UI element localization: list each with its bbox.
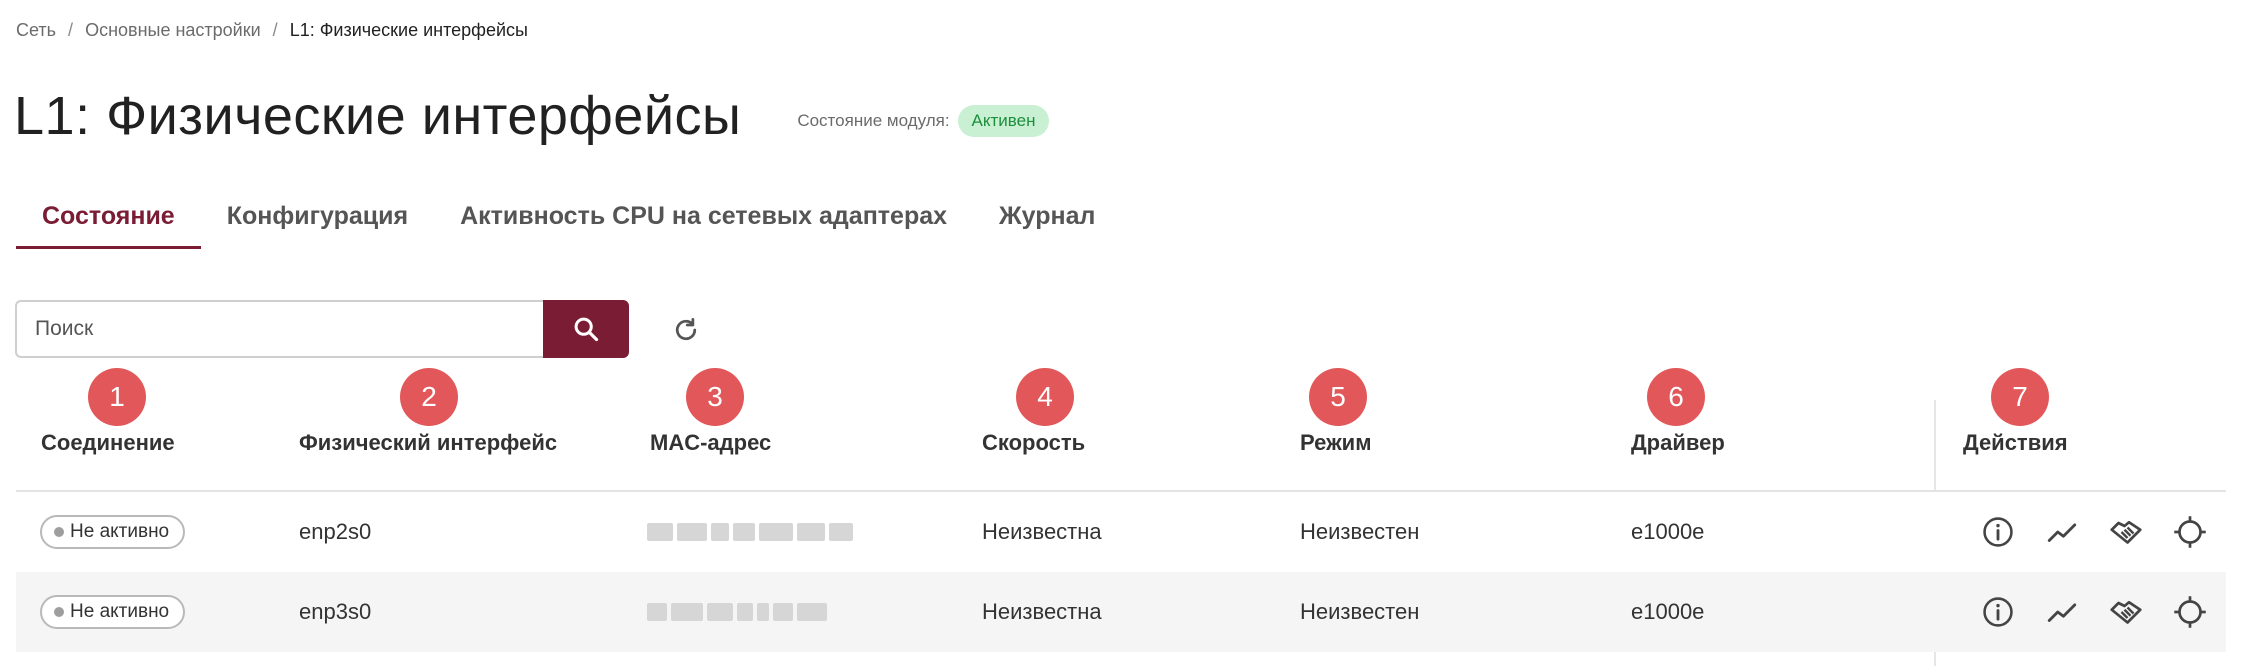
mode-cell: Неизвестен xyxy=(1300,599,1420,624)
column-header-connection[interactable]: Соединение xyxy=(41,430,175,456)
table-row: Не активно enp3s0 Неизвестна Неизвестен … xyxy=(16,572,2226,652)
info-button[interactable] xyxy=(1978,592,2018,632)
statistics-button[interactable] xyxy=(2042,592,2082,632)
search-icon xyxy=(574,317,599,342)
chart-line-icon xyxy=(2047,603,2077,622)
column-header-interface[interactable]: Физический интерфейс xyxy=(299,430,557,456)
breadcrumb: Сеть / Основные настройки / L1: Физическ… xyxy=(16,20,528,41)
connection-status-badge: Не активно xyxy=(40,515,186,549)
table-row: Не активно enp2s0 Неизвестна Неизвестен … xyxy=(16,492,2226,572)
title-row: L1: Физические интерфейсы Состояние моду… xyxy=(14,74,1050,158)
handshake-button[interactable] xyxy=(2106,512,2146,552)
connection-status-text: Не активно xyxy=(70,601,170,622)
speed-cell: Неизвестна xyxy=(982,519,1102,544)
column-header-actions: Действия xyxy=(1963,430,2068,455)
breadcrumb-separator: / xyxy=(68,20,74,40)
marker-4: 4 xyxy=(1016,368,1074,426)
search-bar xyxy=(15,300,629,358)
breadcrumb-item-network[interactable]: Сеть xyxy=(16,20,56,41)
handshake-icon xyxy=(2110,600,2142,624)
connection-cell: Не активно xyxy=(40,572,186,652)
interface-cell: enp2s0 xyxy=(299,519,372,544)
info-button[interactable] xyxy=(1978,512,2018,552)
driver-cell: e1000e xyxy=(1631,599,1705,624)
breadcrumb-separator: / xyxy=(272,20,278,40)
mac-cell xyxy=(647,572,831,652)
mac-address-redacted xyxy=(647,492,857,572)
column-header-mode[interactable]: Режим xyxy=(1300,430,1371,456)
marker-7: 7 xyxy=(1991,368,2049,426)
status-dot-icon xyxy=(54,607,64,617)
column-header-mac[interactable]: MAC-адрес xyxy=(650,430,771,456)
handshake-icon xyxy=(2110,520,2142,544)
column-header-speed[interactable]: Скорость xyxy=(982,430,1085,456)
connection-cell: Не активно xyxy=(40,492,186,572)
tab-configuration[interactable]: Конфигурация xyxy=(201,194,434,249)
search-button[interactable] xyxy=(543,300,629,358)
column-header-driver[interactable]: Драйвер xyxy=(1631,430,1725,456)
marker-6: 6 xyxy=(1647,368,1705,426)
module-status-label: Состояние модуля: xyxy=(797,111,950,130)
crosshair-icon xyxy=(2174,516,2206,548)
marker-2: 2 xyxy=(400,368,458,426)
tab-cpu-activity[interactable]: Активность CPU на сетевых адаптерах xyxy=(434,194,973,249)
crosshair-icon xyxy=(2174,596,2206,628)
connection-status-text: Не активно xyxy=(70,521,170,542)
search-input[interactable] xyxy=(15,300,543,358)
tab-journal[interactable]: Журнал xyxy=(973,194,1121,249)
handshake-button[interactable] xyxy=(2106,592,2146,632)
connection-status-badge: Не активно xyxy=(40,595,186,629)
marker-3: 3 xyxy=(686,368,744,426)
status-badge: Активен xyxy=(957,105,1050,137)
chart-line-icon xyxy=(2047,523,2077,542)
locate-button[interactable] xyxy=(2170,592,2210,632)
statistics-button[interactable] xyxy=(2042,512,2082,552)
breadcrumb-item-basic-settings[interactable]: Основные настройки xyxy=(85,20,261,41)
mode-cell: Неизвестен xyxy=(1300,519,1420,544)
refresh-button[interactable] xyxy=(668,312,704,348)
tab-bar: Состояние Конфигурация Активность CPU на… xyxy=(16,194,1121,249)
tab-state[interactable]: Состояние xyxy=(16,194,201,249)
status-dot-icon xyxy=(54,527,64,537)
mac-address-redacted xyxy=(647,572,831,652)
page-title: L1: Физические интерфейсы xyxy=(14,86,742,146)
info-icon xyxy=(1983,597,2013,627)
info-icon xyxy=(1983,517,2013,547)
locate-button[interactable] xyxy=(2170,512,2210,552)
speed-cell: Неизвестна xyxy=(982,599,1102,624)
marker-1: 1 xyxy=(88,368,146,426)
interface-cell: enp3s0 xyxy=(299,599,372,624)
module-status: Состояние модуля: Активен xyxy=(797,95,1050,137)
driver-cell: e1000e xyxy=(1631,519,1705,544)
breadcrumb-current: L1: Физические интерфейсы xyxy=(289,20,528,40)
marker-5: 5 xyxy=(1309,368,1367,426)
mac-cell xyxy=(647,492,857,572)
refresh-icon xyxy=(675,318,697,341)
